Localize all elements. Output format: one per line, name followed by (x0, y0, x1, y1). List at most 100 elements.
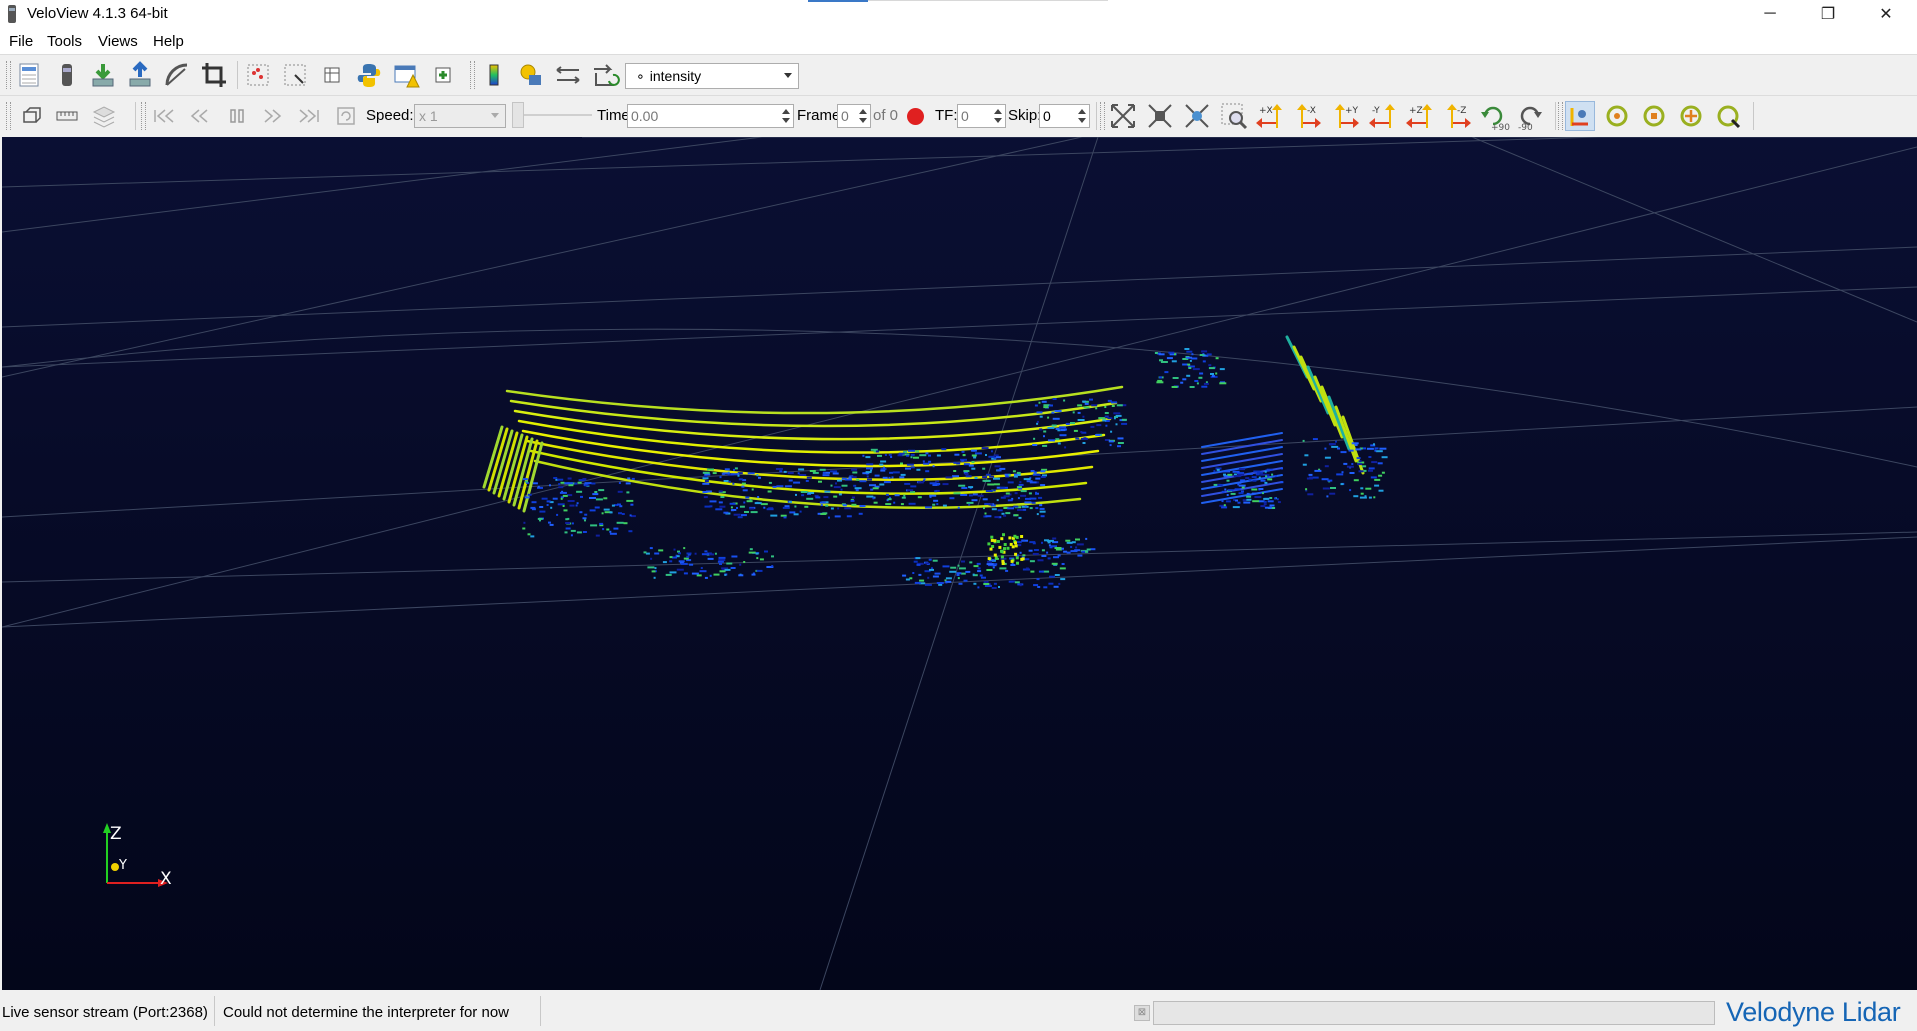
loop-icon[interactable] (331, 101, 361, 131)
view-minus-z-icon[interactable]: -Z (1442, 101, 1472, 131)
spin-up-icon[interactable] (1078, 109, 1086, 114)
show-center-icon[interactable] (1676, 101, 1706, 131)
spreadsheet-icon[interactable] (317, 60, 347, 90)
lidar-point (1312, 438, 1318, 441)
lidar-point (580, 495, 583, 498)
lidar-point (1007, 499, 1013, 502)
point-cloud-canvas[interactable]: Z Y X (2, 137, 1917, 990)
time-slider-handle[interactable] (512, 102, 524, 128)
lidar-point (976, 562, 981, 565)
cube-axes-icon[interactable] (516, 60, 546, 90)
skip-input[interactable]: 0 (1039, 104, 1090, 128)
toolbar-grip[interactable] (470, 61, 475, 89)
first-frame-icon[interactable] (148, 101, 178, 131)
toolbar-grip[interactable] (141, 102, 146, 130)
toolbar-grip[interactable] (1100, 102, 1105, 130)
lidar-point (979, 574, 983, 577)
lidar-point (1355, 448, 1362, 451)
lidar-point (1104, 415, 1109, 418)
menu-views[interactable]: Views (98, 33, 138, 50)
toolbar-separator (135, 102, 136, 130)
zoom-to-data-icon[interactable] (1145, 101, 1175, 131)
spin-down-icon[interactable] (782, 118, 790, 123)
close-button[interactable]: ✕ (1857, 0, 1915, 28)
select-points-icon[interactable] (243, 60, 273, 90)
spin-down-icon[interactable] (994, 118, 1002, 123)
reset-center-icon[interactable] (1713, 101, 1743, 131)
python-icon[interactable] (354, 60, 384, 90)
cancel-progress-button[interactable]: ⊠ (1134, 1005, 1150, 1021)
toolbar-grip[interactable] (1558, 102, 1563, 130)
interact-mode-icon[interactable] (1565, 101, 1595, 131)
spin-up-icon[interactable] (859, 109, 867, 114)
tf-input[interactable]: 0 (957, 104, 1006, 128)
menu-tools[interactable]: Tools (47, 33, 82, 50)
lidar-point (997, 509, 1003, 512)
toolbar-grip[interactable] (6, 102, 11, 130)
open-sensor-icon[interactable] (52, 60, 82, 90)
center-rotation-icon[interactable] (1602, 101, 1632, 131)
view-minus-x-icon[interactable]: -X (1292, 101, 1322, 131)
zoom-box-icon[interactable] (1219, 101, 1249, 131)
fit-view-icon[interactable] (1108, 101, 1138, 131)
speed-select[interactable]: x 1 (414, 104, 506, 128)
time-slider-track[interactable] (524, 114, 592, 116)
reset-camera-icon[interactable] (15, 101, 45, 131)
view-plus-y-icon[interactable]: +Y (1330, 101, 1360, 131)
color-by-select[interactable]: ∘ intensity (625, 63, 799, 89)
spin-down-icon[interactable] (859, 118, 867, 123)
select-region-icon[interactable] (280, 60, 310, 90)
lidar-point (833, 486, 841, 489)
toolbar-grip[interactable] (6, 61, 11, 89)
reset-transform-icon[interactable] (590, 60, 620, 90)
calibration-icon[interactable] (553, 60, 583, 90)
spin-up-icon[interactable] (994, 109, 1002, 114)
view-plus-x-icon[interactable]: +X (1255, 101, 1285, 131)
menu-help[interactable]: Help (153, 33, 184, 50)
spin-down-icon[interactable] (1078, 118, 1086, 123)
record-icon[interactable] (907, 108, 924, 125)
frame-input[interactable]: 0 (837, 104, 871, 128)
view-minus-y-icon[interactable]: -Y (1368, 101, 1398, 131)
lidar-point (1192, 368, 1200, 371)
time-input[interactable]: 0.00 (627, 104, 794, 128)
color-legend-icon[interactable] (479, 60, 509, 90)
previous-frame-icon[interactable] (184, 101, 214, 131)
measure-icon[interactable] (162, 60, 192, 90)
zoom-selection-icon[interactable] (1182, 101, 1212, 131)
warning-window-icon[interactable] (391, 60, 421, 90)
save-icon[interactable] (88, 60, 118, 90)
lidar-point (996, 456, 1001, 459)
crop-icon[interactable] (199, 60, 229, 90)
lidar-point (867, 478, 872, 481)
open-file-icon[interactable] (14, 60, 44, 90)
restore-button[interactable]: ❐ (1799, 0, 1857, 28)
minimize-button[interactable]: ─ (1741, 0, 1799, 28)
lidar-point (908, 502, 916, 505)
point-cloud-points (522, 348, 1388, 589)
ruler-icon[interactable] (52, 101, 82, 131)
render-view[interactable]: Z Y X (2, 137, 1917, 990)
lidar-point (758, 476, 761, 479)
export-icon[interactable] (125, 60, 155, 90)
lidar-point (935, 480, 940, 483)
spin-up-icon[interactable] (782, 109, 790, 114)
lidar-point (956, 462, 961, 465)
layers-icon[interactable] (89, 101, 119, 131)
lidar-point (1033, 471, 1037, 474)
rotate-minus-90-icon[interactable]: -90 (1515, 101, 1545, 133)
view-plus-z-icon[interactable]: +Z (1405, 101, 1435, 131)
menu-file[interactable]: File (9, 33, 33, 50)
pick-center-icon[interactable] (1639, 101, 1669, 131)
add-icon[interactable] (428, 60, 458, 90)
last-frame-icon[interactable] (295, 101, 325, 131)
rotate-plus-90-icon[interactable]: +90 (1478, 101, 1510, 133)
pause-icon[interactable] (222, 101, 252, 131)
lidar-point (584, 513, 588, 516)
lidar-point (1033, 437, 1036, 440)
next-frame-icon[interactable] (258, 101, 288, 131)
lidar-point (856, 478, 860, 481)
lidar-point (982, 498, 988, 501)
lidar-point (1211, 375, 1215, 377)
lidar-point (899, 476, 905, 479)
